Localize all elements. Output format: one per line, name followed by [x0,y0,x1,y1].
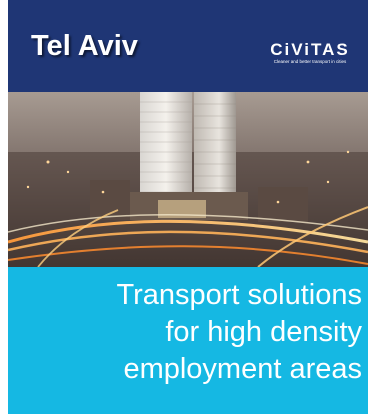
publication-cover: Tel Aviv CiViTAS Cleaner and better tran… [0,0,368,414]
tagline-band: Transport solutions for high density emp… [8,267,368,414]
city-night-skyline-image [8,92,368,267]
header-band: Tel Aviv CiViTAS Cleaner and better tran… [8,0,368,92]
city-title: Tel Aviv [31,30,138,62]
logo-wordmark: CiViTAS [270,40,350,59]
logo-tagline: Cleaner and better transport in cities [273,59,347,64]
tagline-line-3: employment areas [123,353,362,385]
tagline-line-1: Transport solutions [116,279,362,311]
civitas-logo: CiViTAS Cleaner and better transport in … [256,40,364,70]
tagline-text: Transport solutions for high density emp… [116,277,362,388]
tagline-line-2: for high density [165,316,362,348]
